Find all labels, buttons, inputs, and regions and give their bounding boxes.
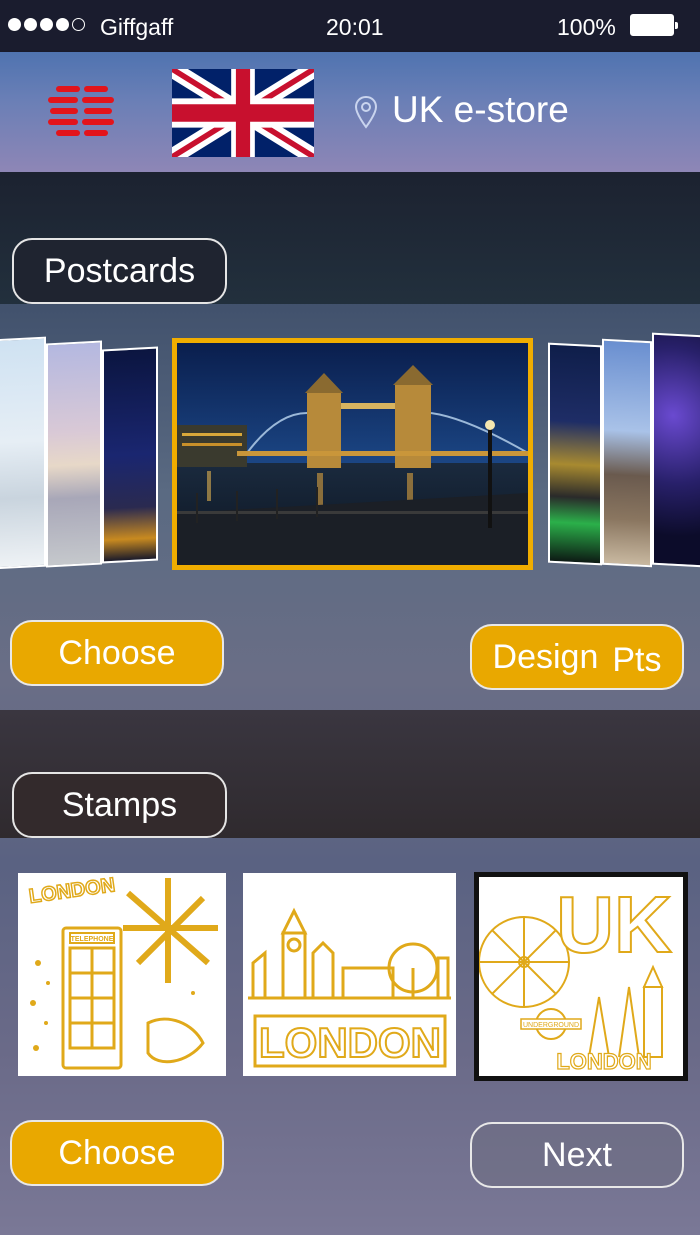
header: UK e-store [0, 52, 700, 172]
union-jack-flag-icon[interactable] [172, 69, 314, 157]
stamp-telephone-box[interactable]: TELEPHONE LONDON [18, 873, 226, 1076]
postcard-thumbnail[interactable] [652, 332, 700, 568]
stamp-choose-button[interactable]: Choose [10, 1120, 224, 1186]
selected-postcard[interactable] [172, 338, 533, 570]
stamp-london-text: LONDON [28, 874, 117, 908]
london-skyline-illustration: LONDON [248, 907, 451, 1068]
battery-icon [630, 14, 678, 36]
carrier-name: Giffgaff [100, 14, 174, 40]
postcard-thumbnail[interactable] [102, 346, 158, 564]
stamp-telephone-text: TELEPHONE [71, 936, 114, 943]
stamp-london-text: LONDON [556, 1049, 651, 1074]
stamp-london-text: LONDON [259, 1019, 441, 1066]
postcard-thumbnail[interactable] [602, 338, 652, 568]
tower-bridge-image [177, 343, 528, 565]
postcard-thumbnail[interactable] [46, 340, 102, 568]
signal-strength-icon [8, 18, 85, 31]
uk-london-eye-illustration: UK UNDERGROUND LONDON [479, 879, 673, 1075]
telephone-box-illustration: TELEPHONE LONDON [27, 873, 218, 1070]
clock: 20:01 [326, 14, 384, 40]
store-title: UK e-store [392, 89, 569, 130]
postcard-thumbnail[interactable] [0, 336, 46, 570]
design-points-button[interactable]: Design Pts [470, 624, 684, 690]
stamp-uk-text: UK [556, 880, 672, 969]
stamp-london-skyline[interactable]: LONDON [243, 873, 456, 1076]
stamp-underground-text: UNDERGROUND [523, 1022, 579, 1029]
design-label: Design [492, 637, 599, 676]
postcard-thumbnail[interactable] [548, 342, 602, 566]
stamp-uk-london-eye[interactable]: UK UNDERGROUND LONDON [474, 872, 688, 1081]
postcard-carousel[interactable] [0, 304, 700, 604]
menu-icon[interactable] [48, 86, 114, 136]
points-label: Pts [612, 640, 662, 679]
postcard-choose-button[interactable]: Choose [10, 620, 224, 686]
status-bar: Giffgaff 20:01 100% [0, 0, 700, 52]
postcards-section-label: Postcards [12, 238, 227, 304]
next-button[interactable]: Next [470, 1122, 684, 1188]
location-pin-icon [354, 95, 378, 129]
stamps-section-label: Stamps [12, 772, 227, 838]
battery-percentage: 100% [557, 14, 616, 40]
